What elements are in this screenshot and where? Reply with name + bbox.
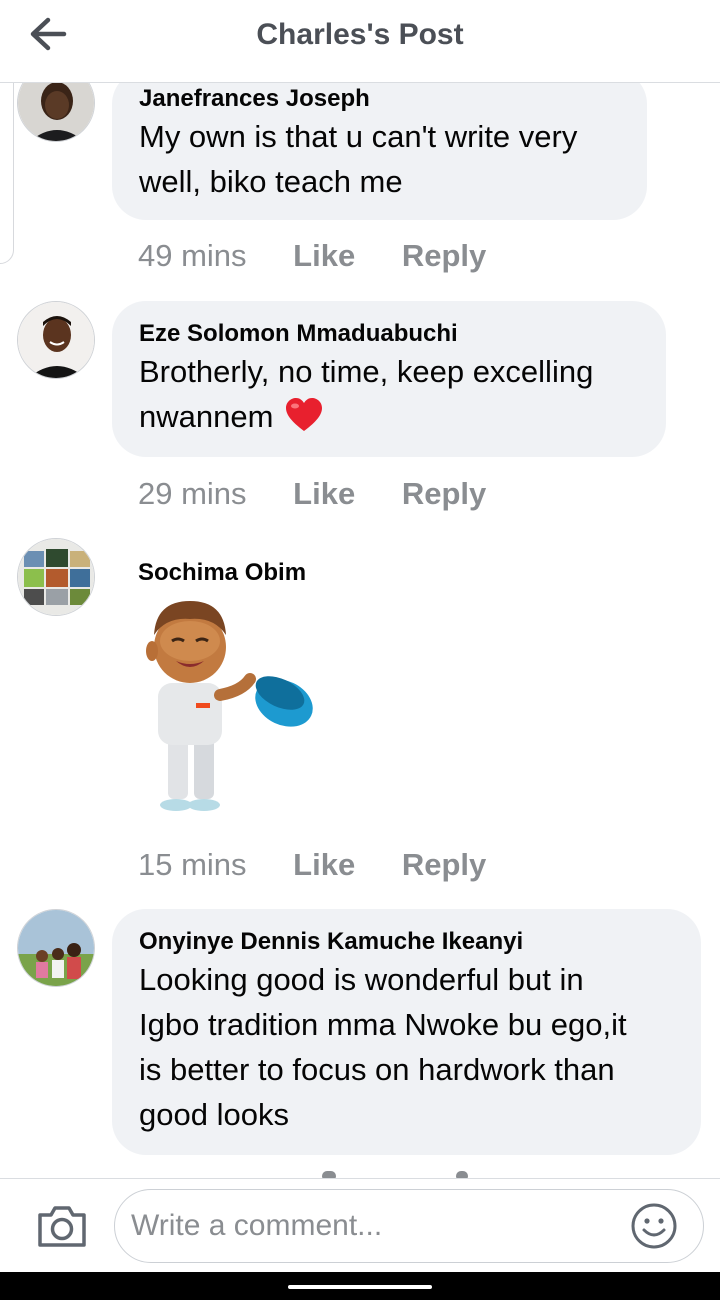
- comment-line: well, biko teach me: [139, 164, 403, 199]
- reply-button[interactable]: Reply: [402, 238, 486, 273]
- home-gesture-bar[interactable]: [288, 1285, 432, 1289]
- like-button[interactable]: Like: [293, 238, 355, 273]
- comment-text: Brotherly, no time, keep excelling nwann…: [139, 349, 640, 439]
- like-button[interactable]: Like: [293, 847, 355, 882]
- comment-line: Looking good is wonderful but in: [139, 962, 584, 997]
- comment-input[interactable]: [114, 1189, 704, 1263]
- comment-line-text: nwannem: [139, 399, 274, 434]
- comment-author[interactable]: Janefrances Joseph: [139, 84, 621, 114]
- comment-author[interactable]: Sochima Obim: [138, 558, 306, 588]
- comment-actions: 29 mins Like Reply: [138, 476, 524, 512]
- cut-off-text: [456, 1171, 468, 1178]
- red-heart-emoji-icon: [286, 398, 323, 431]
- page-title: Charles's Post: [256, 18, 464, 51]
- emoji-button[interactable]: [630, 1202, 678, 1250]
- comment-composer: [0, 1178, 720, 1273]
- avatar[interactable]: [17, 538, 95, 616]
- comment-line: is better to focus on hardwork than: [139, 1052, 615, 1087]
- comment-bubble[interactable]: Eze Solomon Mmaduabuchi Brotherly, no ti…: [112, 301, 666, 457]
- comment-bubble[interactable]: Janefrances Joseph My own is that u can'…: [112, 70, 647, 220]
- comment-author[interactable]: Onyinye Dennis Kamuche Ikeanyi: [139, 927, 675, 957]
- comment-line: good looks: [139, 1097, 289, 1132]
- top-bar: Charles's Post: [0, 0, 720, 83]
- comment-bubble[interactable]: Onyinye Dennis Kamuche Ikeanyi Looking g…: [112, 909, 701, 1155]
- comment-time: 49 mins: [138, 238, 247, 273]
- comment-line: Igbo tradition mma Nwoke bu ego,it: [139, 1007, 627, 1042]
- sticker-image[interactable]: [138, 595, 318, 817]
- comment-actions: 15 mins Like Reply: [138, 847, 524, 883]
- comment-time: 29 mins: [138, 476, 247, 511]
- reply-button[interactable]: Reply: [402, 847, 486, 882]
- comment-list: Janefrances Joseph My own is that u can'…: [0, 0, 720, 1178]
- camera-button[interactable]: [36, 1203, 88, 1249]
- comment-text: Looking good is wonderful but in Igbo tr…: [139, 957, 675, 1137]
- like-button[interactable]: Like: [293, 476, 355, 511]
- camera-icon: [38, 1206, 86, 1247]
- avatar[interactable]: [17, 301, 95, 379]
- avatar[interactable]: [17, 909, 95, 987]
- comment-actions: 49 mins Like Reply: [138, 238, 524, 274]
- comment-text: My own is that u can't write very well, …: [139, 114, 621, 204]
- smiley-icon: [631, 1203, 677, 1249]
- comment-line: Brotherly, no time, keep excelling: [139, 354, 594, 389]
- cut-off-text: [322, 1171, 336, 1178]
- comment-author[interactable]: Eze Solomon Mmaduabuchi: [139, 319, 640, 349]
- reply-button[interactable]: Reply: [402, 476, 486, 511]
- system-nav-bar: [0, 1272, 720, 1300]
- comment-time: 15 mins: [138, 847, 247, 882]
- comment-line: My own is that u can't write very: [139, 119, 578, 154]
- comment-line: nwannem: [139, 394, 640, 439]
